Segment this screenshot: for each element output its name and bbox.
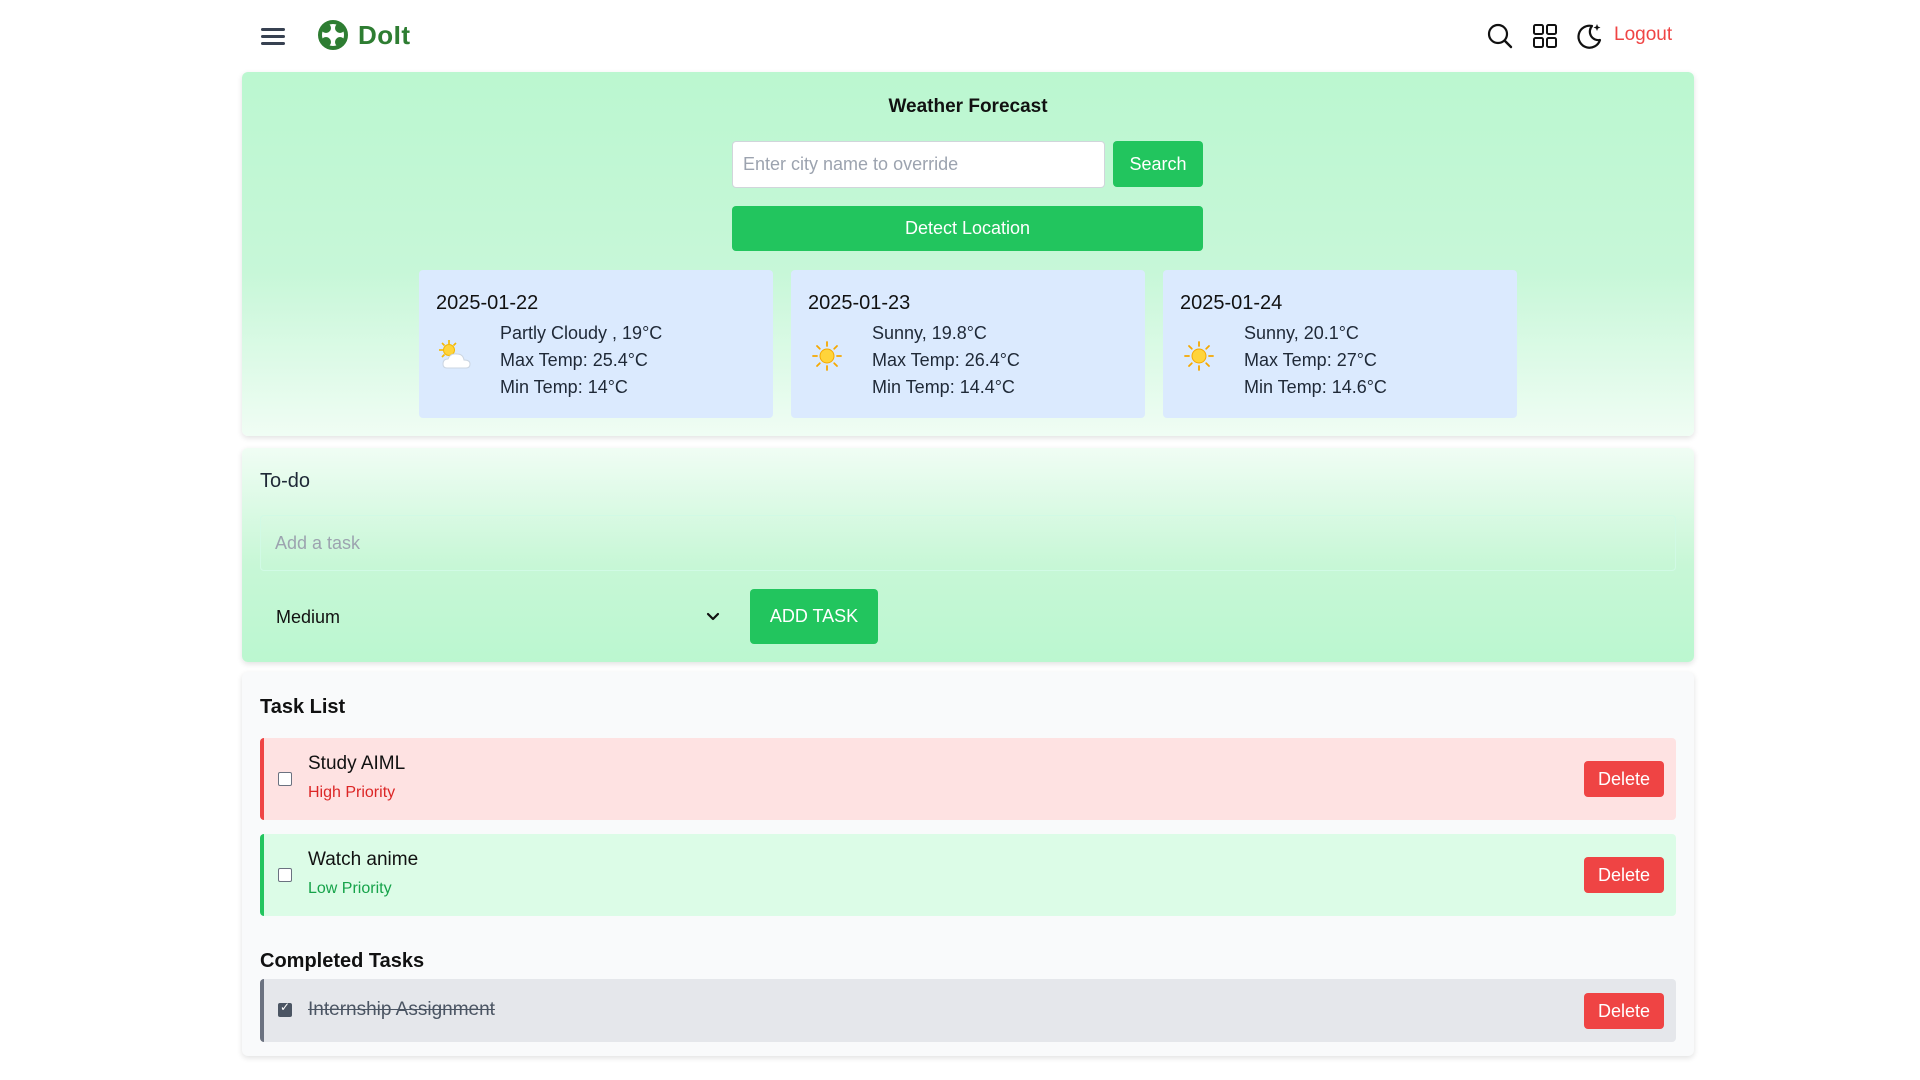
priority-selected-value: Medium [276,606,341,627]
weather-forecast-card: Weather Forecast Search Detect Location … [242,72,1694,436]
city-search-input[interactable] [732,141,1105,188]
sunny-icon [1179,338,1219,374]
forecast-condition: Partly Cloudy , 19°C [500,323,663,343]
task-checkbox[interactable] [278,868,292,882]
todo-title: To-do [260,470,311,492]
hamburger-menu-icon[interactable] [258,22,290,50]
tasks-card: Task List Study AIML High Priority Delet… [242,672,1694,1056]
partly-cloudy-icon [435,338,475,374]
search-button[interactable]: Search [1113,141,1203,187]
task-row: Watch anime Low Priority Delete [260,834,1676,916]
forecast-date: 2025-01-22 [436,292,539,314]
weather-title: Weather Forecast [888,96,1048,117]
task-list-title: Task List [260,696,346,718]
app-logo[interactable]: DoIt [316,18,411,52]
add-task-button[interactable]: ADD TASK [750,589,878,644]
search-icon[interactable] [1484,20,1516,52]
delete-button[interactable]: Delete [1584,857,1664,893]
delete-button[interactable]: Delete [1584,761,1664,797]
forecast-date: 2025-01-24 [1180,292,1283,314]
priority-select[interactable]: Medium [260,589,736,645]
completed-task-row: Internship Assignment Delete [260,979,1676,1042]
task-checkbox[interactable] [278,772,292,786]
grid-view-icon[interactable] [1529,20,1561,52]
top-bar: DoIt Logout [0,0,1920,72]
doit-logo-icon [318,20,348,50]
delete-button[interactable]: Delete [1584,993,1664,1029]
task-row: Study AIML High Priority Delete [260,738,1676,820]
sunny-icon [807,338,847,374]
forecast-max-temp: Max Temp: 25.4°C [500,350,648,370]
add-task-input[interactable] [260,515,1676,571]
task-priority: Low Priority [308,880,392,897]
completed-tasks-title: Completed Tasks [260,950,425,972]
forecast-day-card: 2025-01-22 Partly Cloudy , 19°C Max Temp… [419,270,773,418]
detect-location-button[interactable]: Detect Location [732,206,1203,251]
completed-task-name: Internship Assignment [308,999,495,1020]
logout-link[interactable]: Logout [1614,24,1672,46]
forecast-condition: Sunny, 19.8°C [872,323,987,343]
forecast-day-card: 2025-01-24 Sunny, 20.1°C Max Temp: 27°C … [1163,270,1517,418]
forecast-day-card: 2025-01-23 Sunny, 19.8°C Max Temp: 26.4°… [791,270,1145,418]
app-name: DoIt [358,19,411,50]
forecast-condition: Sunny, 20.1°C [1244,323,1359,343]
chevron-down-icon [706,612,720,621]
moon-theme-icon[interactable] [1573,20,1605,52]
task-name: Watch anime [308,849,419,870]
task-name: Study AIML [308,753,406,774]
task-checkbox-checked[interactable] [278,1000,292,1017]
forecast-min-temp: Min Temp: 14.4°C [872,377,1015,397]
task-priority: High Priority [308,784,396,801]
forecast-min-temp: Min Temp: 14.6°C [1244,377,1387,397]
forecast-date: 2025-01-23 [808,292,911,314]
forecast-min-temp: Min Temp: 14°C [500,377,628,397]
todo-card: To-do Medium ADD TASK [242,448,1694,662]
forecast-max-temp: Max Temp: 27°C [1244,350,1377,370]
forecast-max-temp: Max Temp: 26.4°C [872,350,1020,370]
